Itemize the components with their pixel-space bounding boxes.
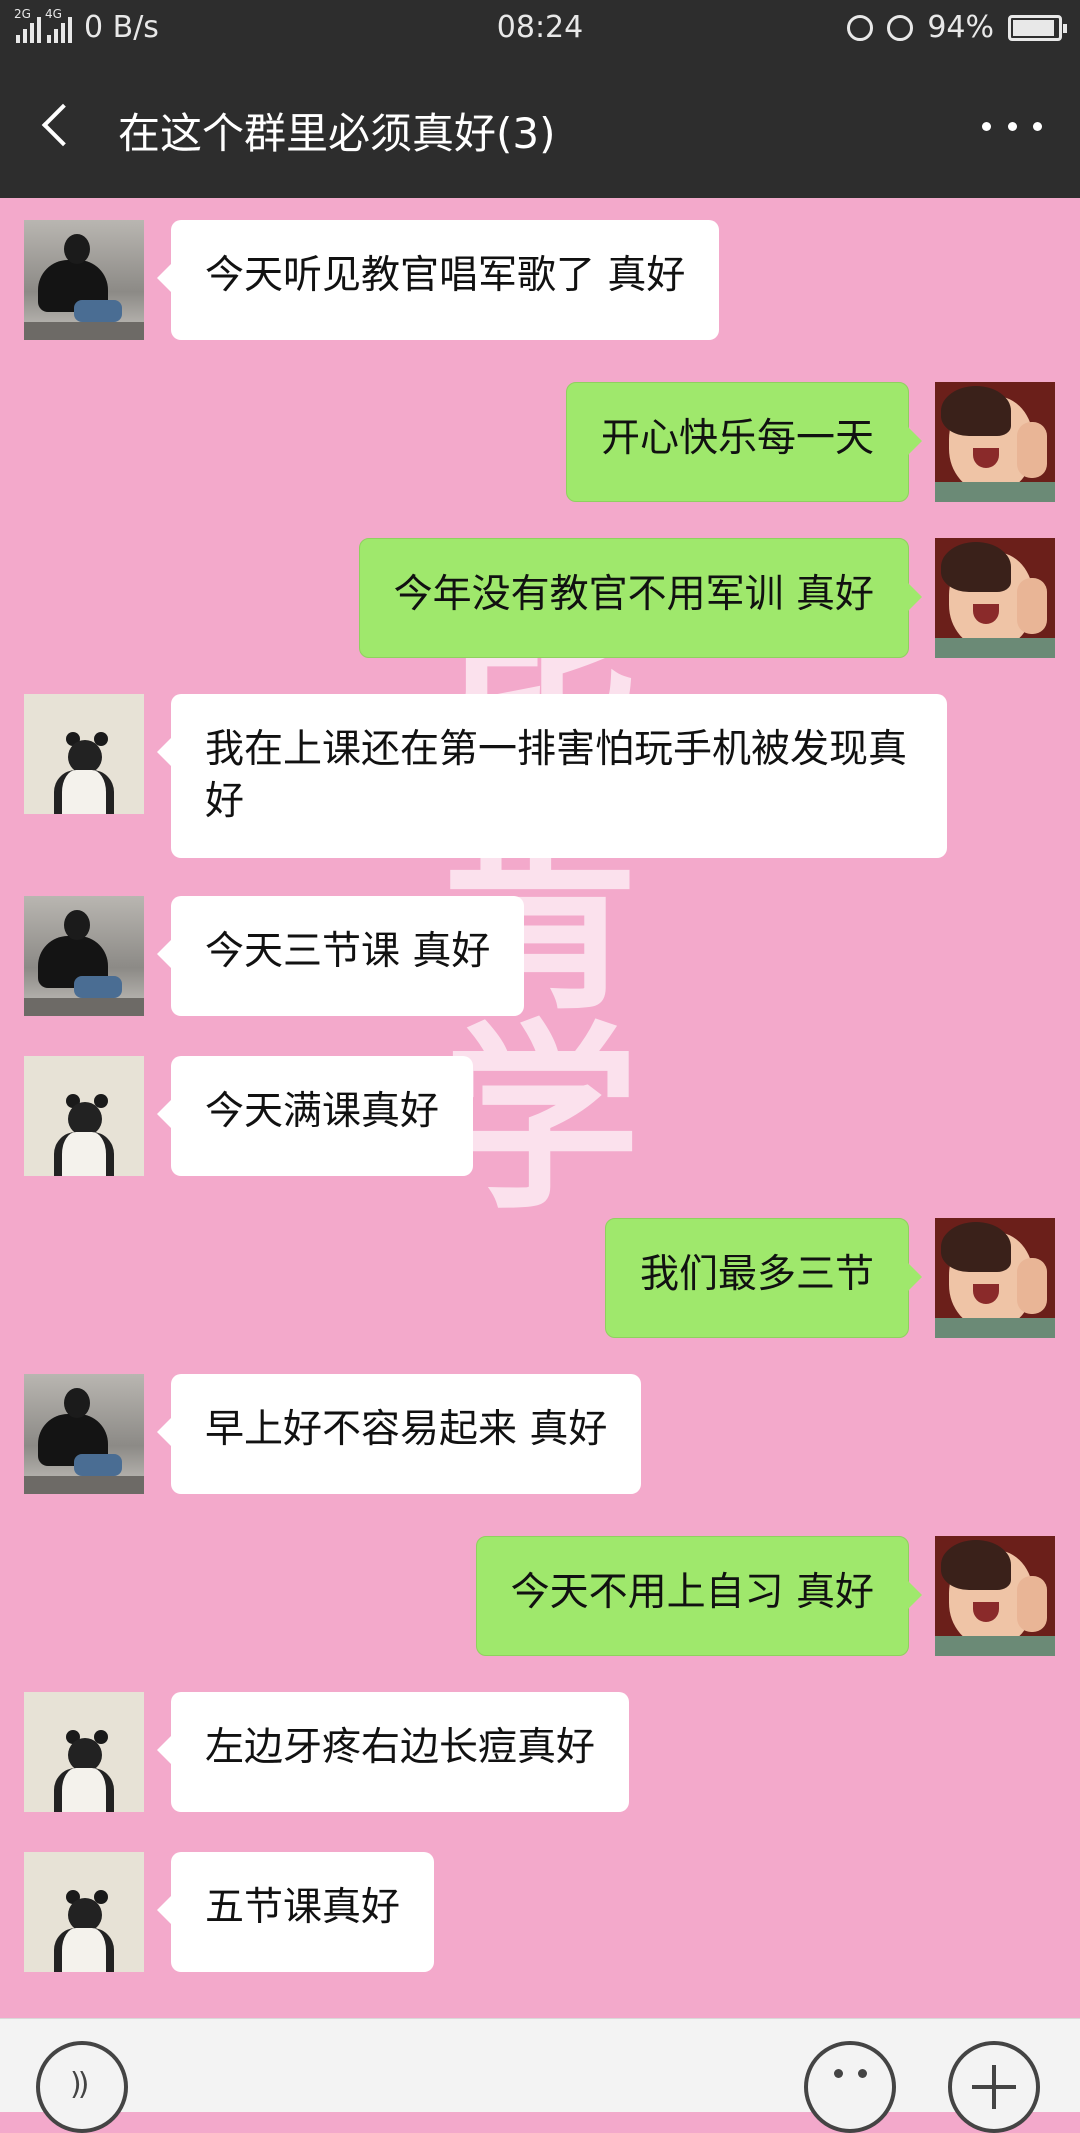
- dot-icon: [1007, 121, 1017, 131]
- status-bar: 2G 4G 0 B/s 08:24 94%: [0, 0, 1080, 56]
- more-attachments-button[interactable]: [948, 2041, 1040, 2133]
- message-bubble[interactable]: 我们最多三节: [604, 1218, 923, 1338]
- message-bubble[interactable]: 今天不用上自习 真好: [475, 1536, 923, 1656]
- message-bubble[interactable]: 今天听见教官唱军歌了 真好: [156, 220, 720, 340]
- bun-girl-avatar[interactable]: [24, 694, 144, 814]
- message-bubble[interactable]: 今年没有教官不用军训 真好: [358, 538, 923, 658]
- message-bubble[interactable]: 今天满课真好: [156, 1056, 474, 1176]
- message-list[interactable]: 今天听见教官唱军歌了 真好 开心快乐每一天 今年没有教官不用军训 真好 我在上课…: [0, 198, 1080, 2018]
- child-avatar[interactable]: [935, 1536, 1055, 1656]
- status-right: 94%: [847, 10, 1067, 45]
- girl-sitting-avatar[interactable]: [24, 220, 144, 340]
- voice-input-button[interactable]: [36, 2041, 128, 2133]
- battery-icon: [1008, 14, 1067, 41]
- more-options-button[interactable]: [982, 106, 1042, 146]
- child-avatar[interactable]: [935, 538, 1055, 658]
- message-bubble[interactable]: 五节课真好: [156, 1852, 435, 1972]
- message-bubble[interactable]: 开心快乐每一天: [565, 382, 923, 502]
- child-avatar[interactable]: [935, 1218, 1055, 1338]
- rotation-lock-icon: [847, 14, 874, 41]
- dot-icon: [1033, 121, 1042, 131]
- bun-girl-avatar[interactable]: [24, 1056, 144, 1176]
- battery-percent: 94%: [927, 10, 994, 45]
- message-bubble[interactable]: 今天三节课 真好: [156, 896, 525, 1016]
- message-bubble[interactable]: 左边牙疼右边长痘真好: [156, 1692, 630, 1812]
- bun-girl-avatar[interactable]: [24, 1692, 144, 1812]
- emoji-button[interactable]: [804, 2041, 896, 2133]
- girl-sitting-avatar[interactable]: [24, 896, 144, 1016]
- message-bubble[interactable]: 我在上课还在第一排害怕玩手机被发现真好: [157, 694, 947, 858]
- child-avatar[interactable]: [935, 382, 1055, 502]
- dot-icon: [982, 121, 991, 131]
- back-button[interactable]: [36, 96, 76, 156]
- chat-header: 在这个群里必须真好(3): [0, 56, 1080, 198]
- message-bubble[interactable]: 早上好不容易起来 真好: [156, 1374, 642, 1494]
- alarm-icon: [887, 14, 914, 41]
- chat-title: 在这个群里必须真好(3): [118, 109, 556, 158]
- input-bar: [0, 2018, 1080, 2133]
- girl-sitting-avatar[interactable]: [24, 1374, 144, 1494]
- bun-girl-avatar[interactable]: [24, 1852, 144, 1972]
